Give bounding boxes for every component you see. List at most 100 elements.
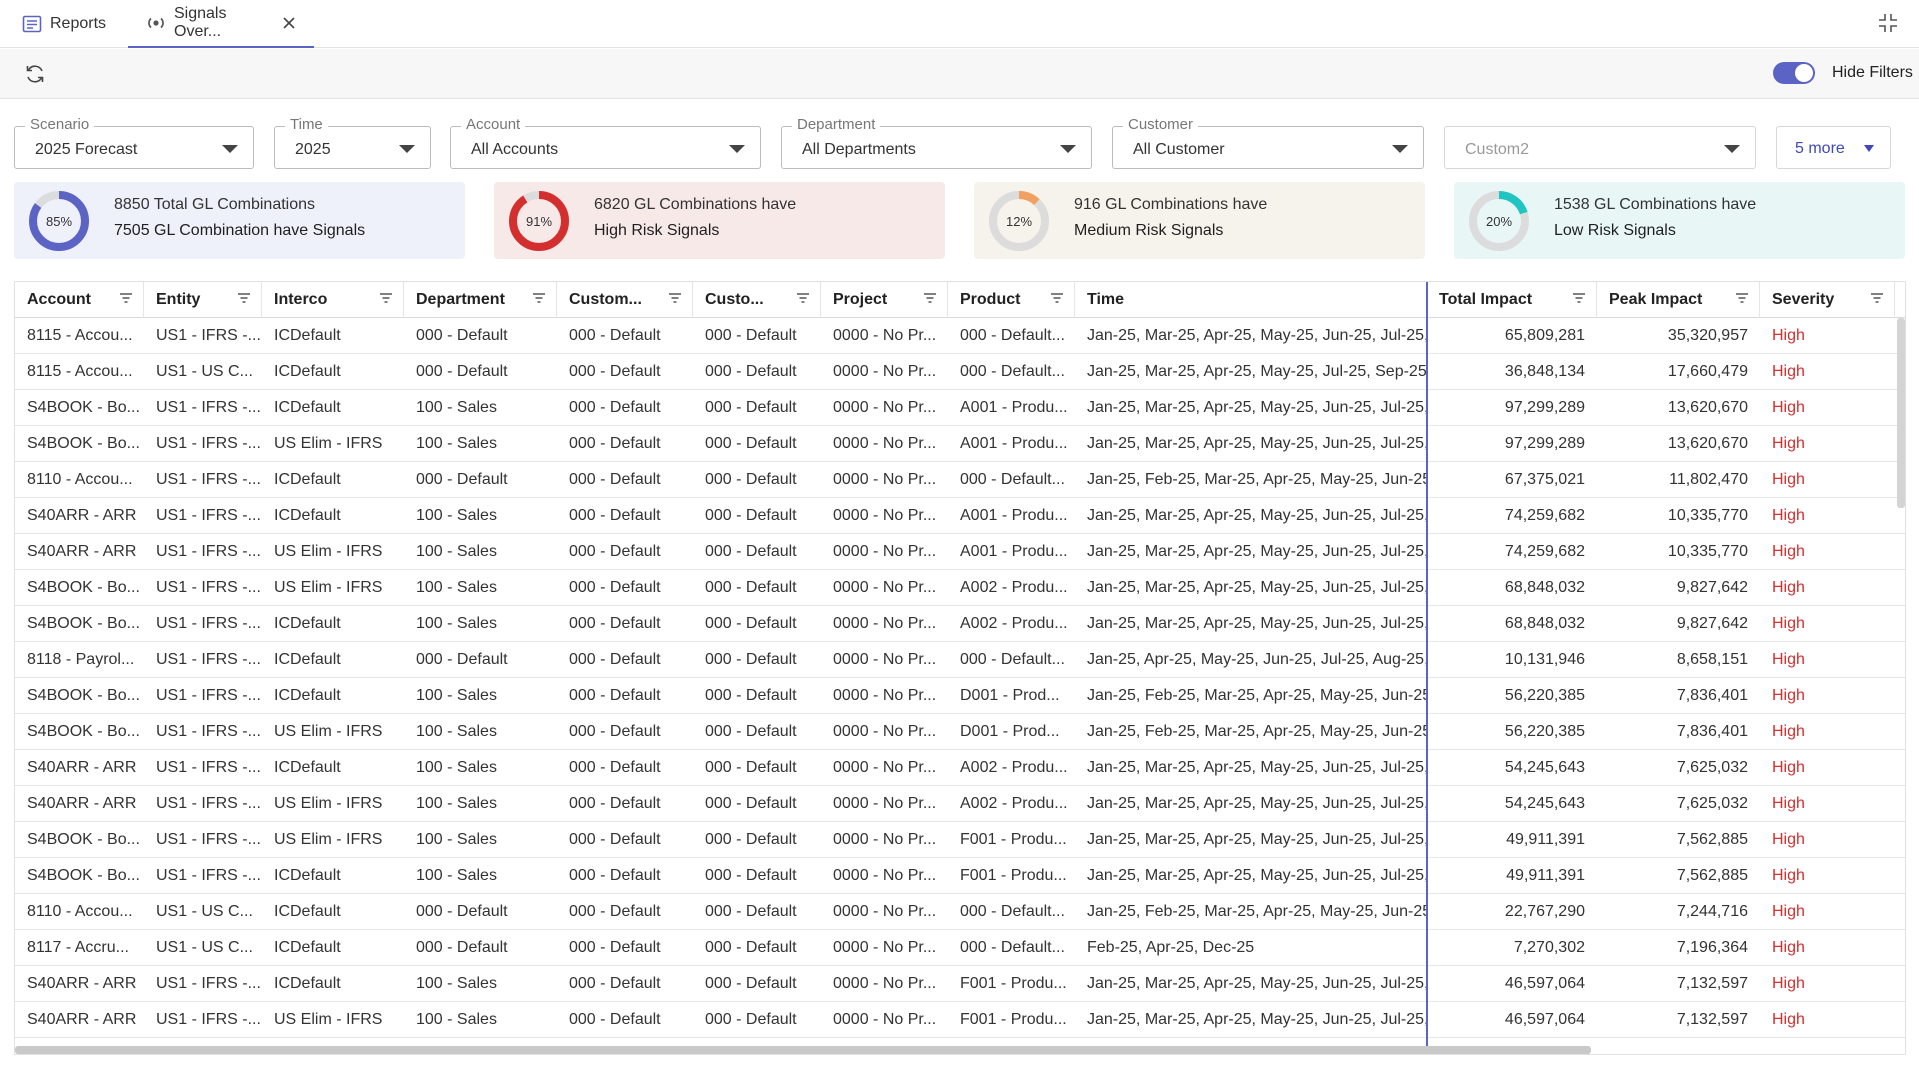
table-row[interactable]: 8115 - Accou... US1 - US C... ICDefault 000… (15, 354, 1905, 390)
table-row[interactable]: 8118 - Payrol... US1 - IFRS -... ICDefault… (15, 642, 1905, 678)
cell-severity: High (1772, 399, 1805, 416)
time-filter[interactable]: Time 2025 (274, 116, 431, 169)
cell-time: Jan-25, Mar-25, Apr-25, May-25, Jun-25, … (1087, 975, 1427, 992)
account-filter[interactable]: Account All Accounts (450, 116, 761, 169)
collapse-icon[interactable] (1877, 12, 1899, 39)
table-row[interactable]: S4BOOK - Bo... US1 - IFRS -... US Elim - I… (15, 570, 1905, 606)
progress-ring: 12% (989, 191, 1049, 251)
header-col-time[interactable]: Time (1075, 282, 1427, 318)
header-col-department[interactable]: Department (404, 282, 557, 318)
cell-total-impact: 46,597,064 (1504, 975, 1585, 992)
cell-entity: US1 - IFRS -... (156, 435, 261, 452)
cell-department: 100 - Sales (416, 435, 497, 452)
table-row[interactable]: S40ARR - ARR US1 - IFRS -... US Elim - IFR… (15, 786, 1905, 822)
table-row[interactable]: 8110 - Accou... US1 - IFRS -... ICDefault 0… (15, 462, 1905, 498)
custom2-filter[interactable]: Custom2 (1444, 126, 1756, 169)
cell-account: 8117 - Accru... (27, 939, 129, 956)
table-row[interactable]: 8115 - Accou... US1 - IFRS -... ICDefault 0… (15, 318, 1905, 354)
cell-severity: High (1772, 507, 1805, 524)
table-row[interactable]: S40ARR - ARR US1 - IFRS -... ICDefault 100 … (15, 498, 1905, 534)
customer-filter[interactable]: Customer All Customer (1112, 116, 1424, 169)
cell-total-impact: 54,245,643 (1504, 759, 1585, 776)
header-col-account[interactable]: Account (15, 282, 144, 318)
cell-department: 100 - Sales (416, 1011, 497, 1028)
cell-entity: US1 - IFRS -... (156, 651, 261, 668)
header-col-peak-impact[interactable]: Peak Impact (1597, 282, 1760, 318)
filter-icon[interactable] (668, 282, 682, 318)
table-row[interactable]: 8117 - Accru... US1 - US C... ICDefault 000… (15, 930, 1905, 966)
table-row[interactable]: S4BOOK - Bo... US1 - IFRS -... ICDefault 10… (15, 858, 1905, 894)
vertical-scrollbar[interactable] (1897, 318, 1905, 508)
tab-signals-label: Signals Over... (174, 5, 227, 40)
cell-total-impact: 49,911,391 (1506, 867, 1585, 884)
cell-project: 0000 - No Pr... (833, 651, 937, 668)
department-filter[interactable]: Department All Departments (781, 116, 1092, 169)
table-row[interactable]: S40ARR - ARR US1 - IFRS -... US Elim - IFR… (15, 1002, 1905, 1038)
cell-product: 000 - Default... (960, 363, 1065, 380)
header-col-product[interactable]: Product (948, 282, 1075, 318)
header-col-entity[interactable]: Entity (144, 282, 262, 318)
header-label: Custo... (705, 291, 764, 308)
table-row[interactable]: S4BOOK - Bo... US1 - IFRS -... US Elim - I… (15, 822, 1905, 858)
table-row[interactable]: S4BOOK - Bo... US1 - IFRS -... ICDefault 10… (15, 678, 1905, 714)
hide-filters-toggle[interactable] (1773, 62, 1815, 84)
cell-account: S4BOOK - Bo... (27, 435, 140, 452)
filter-icon[interactable] (379, 282, 393, 318)
filter-icon[interactable] (796, 282, 810, 318)
cell-account: S4BOOK - Bo... (27, 831, 140, 848)
cell-entity: US1 - IFRS -... (156, 867, 261, 884)
refresh-icon[interactable] (24, 63, 46, 90)
cell-total-impact: 10,131,946 (1504, 651, 1585, 668)
cell-interco: ICDefault (274, 399, 341, 416)
header-col-severity[interactable]: Severity (1760, 282, 1895, 318)
tab-signals-overview[interactable]: Signals Over... (128, 0, 314, 48)
header-col-total-impact[interactable]: Total Impact (1427, 282, 1597, 318)
filter-icon[interactable] (1572, 282, 1586, 318)
cell-time: Jan-25, Mar-25, Apr-25, May-25, Jun-25, … (1087, 435, 1427, 452)
more-filters-button[interactable]: 5 more (1776, 126, 1891, 169)
table-row[interactable]: S4BOOK - Bo... US1 - IFRS -... US Elim - I… (15, 426, 1905, 462)
cell-entity: US1 - IFRS -... (156, 795, 261, 812)
filter-icon[interactable] (532, 282, 546, 318)
filter-icon[interactable] (923, 282, 937, 318)
table-row[interactable]: S40ARR - ARR US1 - IFRS -... ICDefault 100 … (15, 966, 1905, 1002)
table-row[interactable]: S40ARR - ARR US1 - IFRS -... US Elim - IFR… (15, 534, 1905, 570)
cell-account: S4BOOK - Bo... (27, 615, 140, 632)
progress-ring: 91% (509, 191, 569, 251)
cell-time: Jan-25, Feb-25, Mar-25, Apr-25, May-25, … (1087, 687, 1427, 704)
table-row[interactable]: S4BOOK - Bo... US1 - IFRS -... US Elim - I… (15, 714, 1905, 750)
filter-icon[interactable] (1050, 282, 1064, 318)
table-row[interactable]: S40ARR - ARR US1 - IFRS -... ICDefault 100 … (15, 750, 1905, 786)
table-row[interactable]: S4BOOK - Bo... US1 - IFRS -... ICDefault 10… (15, 390, 1905, 426)
header-label: Total Impact (1439, 291, 1533, 308)
filter-icon[interactable] (1735, 282, 1749, 318)
hide-filters-label: Hide Filters (1832, 64, 1913, 81)
header-label: Peak Impact (1609, 291, 1703, 308)
table-row[interactable]: 8110 - Accou... US1 - US C... ICDefault 000… (15, 894, 1905, 930)
filter-icon[interactable] (119, 282, 133, 318)
header-col-custom2[interactable]: Custo... (693, 282, 821, 318)
cell-entity: US1 - IFRS -... (156, 507, 261, 524)
cell-custom2: 000 - Default (705, 867, 797, 884)
cell-interco: ICDefault (274, 975, 341, 992)
cell-department: 100 - Sales (416, 759, 497, 776)
close-icon[interactable] (282, 16, 296, 30)
tab-reports[interactable]: Reports (22, 0, 106, 48)
cell-time: Jan-25, Apr-25, May-25, Jun-25, Jul-25, … (1087, 651, 1427, 668)
cell-entity: US1 - IFRS -... (156, 399, 261, 416)
cell-project: 0000 - No Pr... (833, 435, 937, 452)
table-row[interactable]: S4BOOK - Bo... US1 - IFRS -... ICDefault 10… (15, 606, 1905, 642)
cell-account: S40ARR - ARR (27, 543, 137, 560)
header-col-project[interactable]: Project (821, 282, 948, 318)
cell-time: Jan-25, Feb-25, Mar-25, Apr-25, May-25, … (1087, 723, 1427, 740)
horizontal-scrollbar[interactable] (15, 1046, 1591, 1054)
header-col-interco[interactable]: Interco (262, 282, 404, 318)
cell-product: F001 - Produ... (960, 831, 1067, 848)
toggle-knob (1795, 64, 1813, 82)
scenario-filter[interactable]: Scenario 2025 Forecast (14, 116, 254, 169)
filter-icon[interactable] (237, 282, 251, 318)
filter-icon[interactable] (1870, 282, 1884, 318)
cell-project: 0000 - No Pr... (833, 615, 937, 632)
filter-value: All Customer (1133, 141, 1225, 158)
header-col-custom1[interactable]: Custom... (557, 282, 693, 318)
